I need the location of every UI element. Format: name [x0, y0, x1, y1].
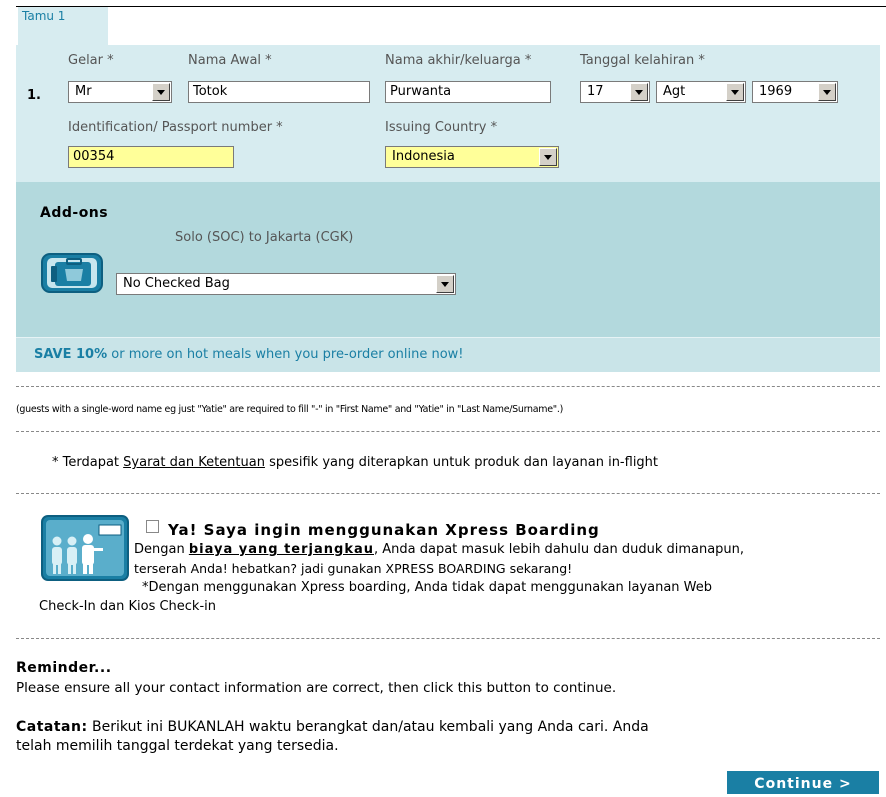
- country-label: Issuing Country *: [385, 120, 498, 135]
- xpress-line1-prefix: Dengan: [134, 542, 189, 557]
- xpress-boarding-icon: [41, 515, 129, 581]
- terms-prefix: * Terdapat: [52, 455, 124, 470]
- divider: [16, 638, 880, 639]
- terms-suffix: spesifik yang diterapkan untuk produk da…: [264, 455, 659, 470]
- divider: [16, 493, 880, 494]
- chevron-down-icon: [818, 83, 836, 101]
- guest-number: 1.: [27, 88, 41, 103]
- reminder-text: Please ensure all your contact informati…: [16, 680, 617, 696]
- promo-bold: SAVE 10%: [34, 347, 108, 362]
- chevron-down-icon: [726, 83, 744, 101]
- divider: [16, 386, 880, 387]
- tab-guest-1[interactable]: Tamu 1: [18, 7, 108, 45]
- xpress-boarding-checkbox[interactable]: [146, 520, 159, 533]
- catatan-line-2: telah memilih tanggal terdekat yang ters…: [16, 738, 339, 754]
- xpress-line-2: terserah Anda! hebatkan? jadi gunakan XP…: [134, 561, 573, 576]
- xpress-line-4: Check-In dan Kios Check-in: [39, 599, 217, 614]
- title-select-value: Mr: [75, 84, 92, 99]
- baggage-select[interactable]: No Checked Bag: [116, 273, 456, 295]
- terms-link[interactable]: Syarat dan Ketentuan: [123, 455, 265, 470]
- chevron-down-icon: [152, 83, 170, 101]
- title-select[interactable]: Mr: [68, 81, 172, 103]
- chevron-down-icon: [436, 275, 454, 293]
- catatan-text-1: Berikut ini BUKANLAH waktu berangkat dan…: [87, 719, 649, 735]
- first-name-input[interactable]: Totok: [188, 81, 370, 103]
- xpress-line-1: Dengan biaya yang terjangkau, Anda dapat…: [134, 542, 744, 557]
- chevron-down-icon: [630, 83, 648, 101]
- reminder-heading: Reminder...: [16, 660, 112, 676]
- last-name-input[interactable]: Purwanta: [385, 81, 551, 103]
- first-name-label: Nama Awal *: [188, 53, 272, 68]
- id-label: Identification/ Passport number *: [68, 120, 283, 135]
- name-note: (guests with a single-word name eg just …: [16, 404, 563, 415]
- continue-button[interactable]: Continue >: [727, 771, 879, 794]
- terms-line: * Terdapat Syarat dan Ketentuan spesifik…: [52, 455, 658, 470]
- dob-label: Tanggal kelahiran *: [580, 53, 705, 68]
- dob-month-select[interactable]: Agt: [656, 81, 746, 103]
- divider: [16, 431, 880, 432]
- dob-month-value: Agt: [663, 84, 686, 99]
- dob-year-value: 1969: [759, 84, 793, 99]
- issuing-country-select[interactable]: Indonesia: [385, 146, 559, 168]
- passport-number-input[interactable]: 00354: [68, 146, 234, 168]
- catatan-label: Catatan:: [16, 719, 88, 735]
- title-label: Gelar *: [68, 53, 114, 68]
- baggage-select-value: No Checked Bag: [123, 276, 230, 291]
- tab-label: Tamu 1: [22, 9, 66, 23]
- addons-panel: [16, 182, 880, 337]
- top-rule: [16, 6, 886, 7]
- xpress-title: Ya! Saya ingin menggunakan Xpress Boardi…: [168, 521, 600, 539]
- promo-text: or more on hot meals when you pre-order …: [107, 347, 464, 362]
- passport-number-value: 00354: [73, 149, 115, 164]
- xpress-line-3: *Dengan menggunakan Xpress boarding, And…: [142, 580, 713, 595]
- issuing-country-value: Indonesia: [392, 149, 455, 164]
- catatan-line-1: Catatan: Berikut ini BUKANLAH waktu bera…: [16, 719, 649, 735]
- xpress-line1-suffix: , Anda dapat masuk lebih dahulu dan dudu…: [374, 542, 745, 557]
- chevron-down-icon: [539, 148, 557, 166]
- baggage-icon: [41, 253, 103, 293]
- addons-route: Solo (SOC) to Jakarta (CGK): [175, 230, 354, 245]
- meal-promo-bar[interactable]: SAVE 10% or more on hot meals when you p…: [16, 337, 880, 372]
- last-name-label: Nama akhir/keluarga *: [385, 53, 532, 68]
- dob-day-select[interactable]: 17: [580, 81, 650, 103]
- addons-heading: Add-ons: [40, 205, 109, 221]
- dob-year-select[interactable]: 1969: [752, 81, 838, 103]
- last-name-value: Purwanta: [390, 84, 452, 99]
- dob-day-value: 17: [587, 84, 604, 99]
- xpress-price-link[interactable]: biaya yang terjangkau: [189, 542, 374, 557]
- first-name-value: Totok: [193, 84, 228, 99]
